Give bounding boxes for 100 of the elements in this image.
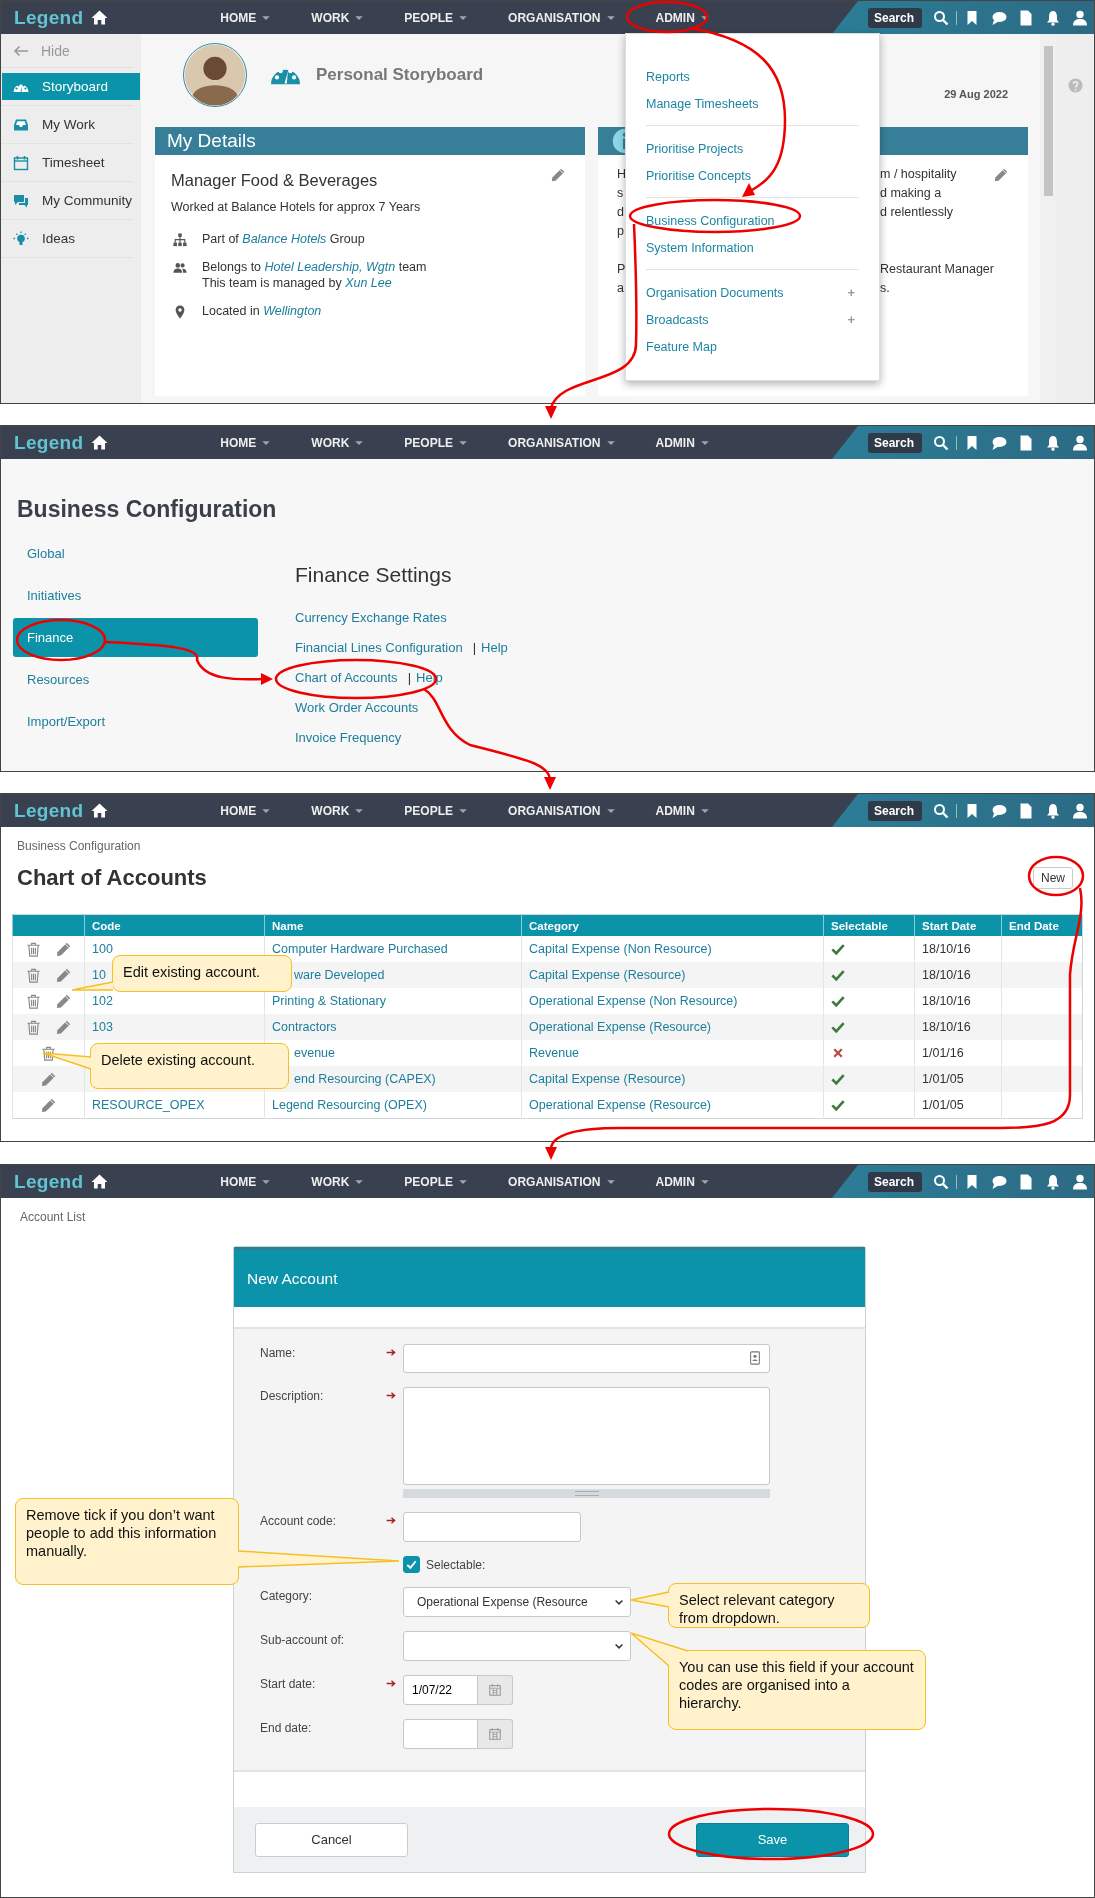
nav-menu[interactable]: HOME <box>220 1174 272 1189</box>
search-field[interactable]: Search <box>868 800 922 821</box>
name-link[interactable]: Printing & Stationary <box>272 994 386 1008</box>
sidebar-item[interactable]: My Community <box>2 187 140 214</box>
settings-link[interactable]: Chart of Accounts <box>295 669 398 685</box>
user-icon[interactable] <box>1072 1173 1088 1190</box>
bell-icon[interactable] <box>1045 1173 1061 1190</box>
nav-menu[interactable]: PEOPLE <box>404 1174 469 1189</box>
trash-icon[interactable] <box>41 1045 56 1061</box>
trash-icon[interactable] <box>26 993 41 1009</box>
nav-menu[interactable]: ORGANISATION <box>508 803 616 818</box>
sidebar-item[interactable]: My Work <box>2 111 140 138</box>
user-icon[interactable] <box>1072 434 1088 451</box>
save-button[interactable]: Save <box>696 1822 849 1857</box>
description-field[interactable] <box>403 1387 770 1485</box>
logo[interactable]: Legend <box>14 799 84 822</box>
name-link[interactable]: Computer Hardware Purchased <box>272 942 448 956</box>
expand-button[interactable]: + <box>847 312 855 327</box>
trash-icon[interactable] <box>26 941 41 957</box>
nav-menu[interactable]: WORK <box>311 10 365 25</box>
logo[interactable]: Legend <box>14 431 84 454</box>
menu-item[interactable]: Organisation Documents + <box>646 279 859 306</box>
nav-menu[interactable]: ORGANISATION <box>508 1174 616 1189</box>
name-link[interactable]: evenue <box>294 1046 335 1060</box>
search-field[interactable]: Search <box>868 7 922 28</box>
link[interactable]: Xun Lee <box>345 276 392 290</box>
settings-link[interactable]: Financial Lines Configuration <box>295 639 463 655</box>
name-link[interactable]: Contractors <box>272 1020 337 1034</box>
text-field[interactable] <box>403 1512 581 1542</box>
dropdown[interactable]: Operational Expense (Resource <box>403 1587 631 1617</box>
contact-card-icon[interactable] <box>748 1351 762 1365</box>
code-link[interactable]: 10 <box>92 968 106 982</box>
bell-icon[interactable] <box>1045 9 1061 26</box>
link[interactable]: Hotel Leadership, Wgtn <box>264 260 396 274</box>
sidebar-item[interactable]: Ideas <box>2 225 140 252</box>
search-icon[interactable] <box>933 434 949 451</box>
menu-item[interactable]: Finance <box>13 618 258 657</box>
search-field[interactable]: Search <box>868 1171 922 1192</box>
settings-link[interactable]: Invoice Frequency <box>295 729 402 745</box>
nav-menu[interactable]: WORK <box>311 435 365 450</box>
nav-menu[interactable]: ADMIN <box>655 435 710 450</box>
settings-link[interactable]: Work Order Accounts <box>295 699 419 715</box>
chat-icon[interactable] <box>991 1173 1007 1190</box>
help-link[interactable]: Help <box>481 639 508 655</box>
code-link[interactable]: 100 <box>92 942 113 956</box>
code-link[interactable]: 103 <box>92 1020 113 1034</box>
nav-menu[interactable]: PEOPLE <box>404 435 469 450</box>
scrollbar-thumb[interactable] <box>1044 46 1053 196</box>
menu-item[interactable]: Feature Map <box>646 333 859 360</box>
document-icon[interactable] <box>1018 9 1034 26</box>
date-field[interactable]: 1/07/22 <box>403 1675 478 1705</box>
nav-menu[interactable]: WORK <box>311 803 365 818</box>
nav-menu[interactable]: ADMIN <box>655 803 710 818</box>
code-link[interactable]: RESOURCE_OPEX <box>92 1098 205 1112</box>
user-icon[interactable] <box>1072 802 1088 819</box>
checkbox[interactable] <box>403 1556 420 1573</box>
link[interactable]: Balance Hotels <box>242 232 327 246</box>
logo[interactable]: Legend <box>14 6 84 29</box>
document-icon[interactable] <box>1018 1173 1034 1190</box>
pencil-icon[interactable] <box>41 1071 56 1087</box>
breadcrumb[interactable]: Business Configuration <box>17 838 141 854</box>
resize-handle[interactable] <box>403 1489 770 1498</box>
logo[interactable]: Legend <box>14 1170 84 1193</box>
sidebar-item[interactable]: Storyboard <box>2 73 140 100</box>
pencil-icon[interactable] <box>56 1019 71 1035</box>
sidebar-item[interactable]: Timesheet <box>2 149 140 176</box>
category-link[interactable]: Operational Expense (Non Resource) <box>529 994 738 1008</box>
home-icon[interactable] <box>91 802 109 819</box>
settings-link[interactable]: Currency Exchange Rates <box>295 609 447 625</box>
code-link[interactable]: 102 <box>92 994 113 1008</box>
link[interactable]: Wellington <box>263 304 322 318</box>
category-link[interactable]: Capital Expense (Non Resource) <box>529 942 712 956</box>
menu-item[interactable]: Prioritise Projects <box>646 135 859 162</box>
breadcrumb[interactable]: Account List <box>20 1209 86 1225</box>
menu-item[interactable]: Broadcasts + <box>646 306 859 333</box>
pencil-icon[interactable] <box>56 941 71 957</box>
menu-item[interactable]: System Information <box>646 234 859 261</box>
pencil-icon[interactable] <box>41 1097 56 1113</box>
nav-menu[interactable]: PEOPLE <box>404 10 469 25</box>
menu-item[interactable]: Business Configuration <box>646 207 859 234</box>
nav-menu[interactable]: ORGANISATION <box>508 435 616 450</box>
home-icon[interactable] <box>91 434 109 451</box>
bell-icon[interactable] <box>1045 802 1061 819</box>
nav-menu[interactable]: ADMIN <box>655 10 710 25</box>
search-icon[interactable] <box>933 802 949 819</box>
new-button[interactable]: New <box>1033 867 1073 889</box>
menu-item[interactable]: Reports <box>646 63 859 90</box>
nav-menu[interactable]: ADMIN <box>655 1174 710 1189</box>
nav-menu[interactable]: HOME <box>220 435 272 450</box>
menu-item[interactable]: Resources <box>13 660 258 699</box>
nav-menu[interactable]: ORGANISATION <box>508 10 616 25</box>
cancel-button[interactable]: Cancel <box>255 1822 408 1857</box>
menu-item[interactable]: Manage Timesheets <box>646 90 859 117</box>
chat-icon[interactable] <box>991 9 1007 26</box>
pencil-icon[interactable] <box>56 993 71 1009</box>
home-icon[interactable] <box>91 1173 109 1190</box>
search-icon[interactable] <box>933 9 949 26</box>
search-icon[interactable] <box>933 1173 949 1190</box>
menu-item[interactable]: Global <box>13 534 258 573</box>
nav-menu[interactable]: PEOPLE <box>404 803 469 818</box>
